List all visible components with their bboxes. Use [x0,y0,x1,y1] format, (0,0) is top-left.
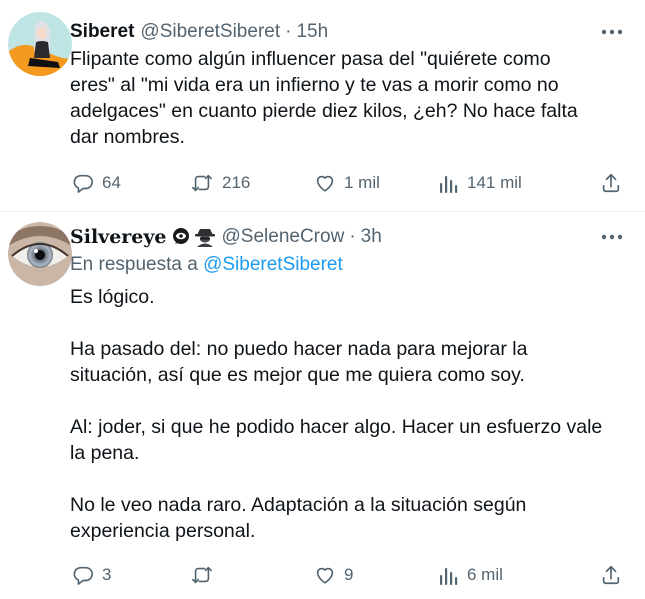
timestamp[interactable]: 3h [361,226,382,248]
bar-chart-icon [440,176,458,193]
share-button[interactable] [600,171,622,195]
text-line: experiencia personal. [70,520,256,542]
separator: · [285,21,292,42]
more-options-button[interactable] [599,224,625,250]
action-bar: 3 9 6 mil [70,563,630,587]
text-line: adelgaces" en cuanto pierde diez kilos, … [70,100,578,122]
avatar[interactable] [8,222,72,286]
retweet-count: 216 [222,173,251,192]
retweet-button[interactable]: 216 [190,171,250,195]
detective-icon [194,229,215,247]
tweet[interactable]: Siberet @SiberetSiberet · 15h Flipante c… [0,0,645,212]
share-upload-icon [602,565,620,585]
text-line: Flipante como algún influencer pasa del … [70,48,551,70]
reply-count: 3 [102,565,112,584]
display-name[interactable]: Siberet [70,21,134,43]
eye-in-speech-bubble-icon [172,228,189,244]
mention-link[interactable]: @SiberetSiberet [203,254,343,275]
text-line: dar nombres. [70,126,185,148]
share-upload-icon [602,173,620,193]
action-bar: 64 216 1 mil 141 mil [70,171,630,195]
views-button[interactable]: 141 mil [439,171,522,195]
retweet-arrows-icon [192,566,212,584]
text-line: Es lógico. [70,286,155,308]
view-count: 141 mil [467,173,522,192]
text-line: Ha pasado del: no puedo hacer nada para … [70,338,528,360]
more-dots-icon [601,234,623,240]
like-button[interactable]: 1 mil [314,171,380,195]
tweet-text: Flipante como algún influencer pasa del … [70,46,625,150]
reply-count: 64 [102,173,121,192]
tweet-header: Silvereye @SeleneCrow · 3h [70,224,382,250]
separator: · [349,226,356,247]
share-button[interactable] [600,563,622,587]
name-badges [171,227,216,247]
view-count: 6 mil [467,565,503,584]
retweet-button[interactable] [190,563,222,587]
like-count: 1 mil [344,173,380,192]
more-dots-icon [601,29,623,35]
timestamp[interactable]: 15h [296,21,328,43]
heart-icon [316,567,334,584]
views-button[interactable]: 6 mil [439,563,503,587]
text-line: eres" al "mi vida era un infierno y te v… [70,74,559,96]
text-line: Al: joder, si que he podido hacer algo. … [70,416,603,438]
like-count: 9 [344,565,354,584]
user-handle[interactable]: @SiberetSiberet [140,21,280,43]
retweet-arrows-icon [192,174,212,192]
reply-button[interactable]: 3 [72,563,111,587]
display-name[interactable]: Silvereye [70,226,167,248]
more-options-button[interactable] [599,19,625,45]
speech-bubble-icon [73,566,93,585]
tweet-text: Es lógico. Ha pasado del: no puedo hacer… [70,284,625,544]
tweet[interactable]: Silvereye @SeleneCrow · 3h En respuesta … [0,212,645,599]
reply-prefix: En respuesta a [70,254,198,275]
like-button[interactable]: 9 [314,563,353,587]
text-line: la pena. [70,442,140,464]
speech-bubble-icon [73,174,93,193]
reply-context: En respuesta a @SiberetSiberet [70,254,343,276]
text-line: situación, así que es mejor que me quier… [70,364,525,386]
heart-icon [316,175,334,192]
tweet-header: Siberet @SiberetSiberet · 15h [70,19,328,45]
user-handle[interactable]: @SeleneCrow [222,226,345,248]
text-line: No le veo nada raro. Adaptación a la sit… [70,494,527,516]
reply-button[interactable]: 64 [72,171,121,195]
avatar[interactable] [8,12,72,76]
bar-chart-icon [440,568,458,585]
